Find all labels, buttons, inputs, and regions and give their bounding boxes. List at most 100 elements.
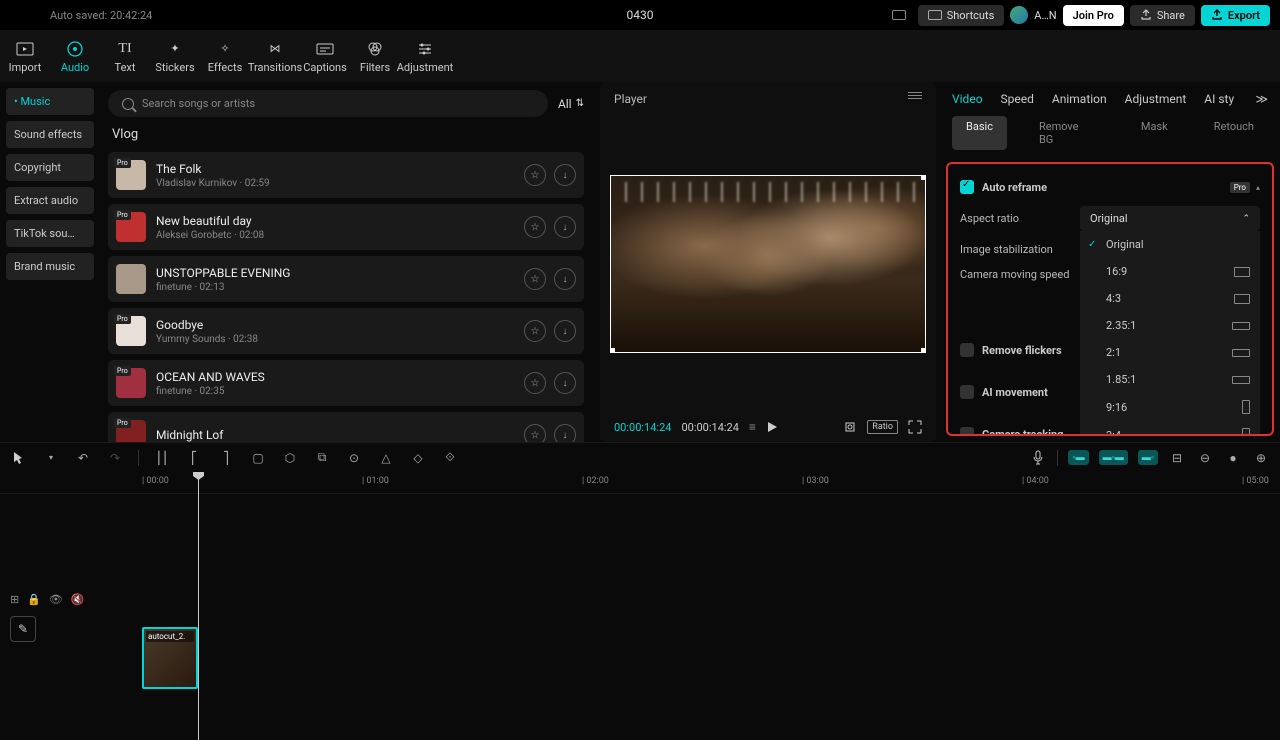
undo-button[interactable]: ↶: [74, 449, 92, 467]
track-mute-icon[interactable]: 🔇: [71, 593, 85, 606]
ratio-button[interactable]: Ratio: [867, 420, 898, 434]
aspect-ratio-select[interactable]: Original ⌃ Original 16:9 4:3 2.35:1 2:1 …: [1080, 206, 1260, 231]
ratio-option-185-1[interactable]: 1.85:1: [1080, 366, 1260, 393]
video-preview[interactable]: [610, 175, 926, 353]
ratio-option-235-1[interactable]: 2.35:1: [1080, 312, 1260, 339]
play-button[interactable]: [766, 421, 778, 433]
split-button[interactable]: ⎮⎮: [153, 449, 171, 467]
zoom-slider[interactable]: ●: [1224, 449, 1242, 467]
filter-all-button[interactable]: All ⇅: [558, 97, 584, 111]
magnet-left-icon[interactable]: ◦▬: [1068, 450, 1088, 465]
track-row[interactable]: ProThe FolkVladislav Kurnikov · 02:59☆↓: [108, 152, 584, 198]
category-tiktok-sounds[interactable]: TikTok sou…: [6, 220, 94, 247]
track-row[interactable]: UNSTOPPABLE EVENINGfinetune · 02:13☆↓: [108, 256, 584, 302]
download-button[interactable]: ↓: [554, 320, 576, 342]
tab-adjustment[interactable]: Adjustment: [1125, 92, 1187, 106]
crop-button[interactable]: ⟐: [441, 449, 459, 467]
player-menu-icon[interactable]: [908, 92, 922, 106]
import-tool[interactable]: Import: [0, 39, 50, 74]
download-button[interactable]: ↓: [554, 164, 576, 186]
ratio-option-3-4[interactable]: 3:4: [1080, 421, 1260, 436]
track-visibility-icon[interactable]: 👁: [49, 593, 63, 606]
camera-tracking-checkbox[interactable]: [960, 427, 974, 436]
captions-tool[interactable]: Captions: [300, 39, 350, 74]
remove-flickers-checkbox[interactable]: [960, 343, 974, 357]
subtab-basic[interactable]: Basic: [952, 116, 1007, 150]
audio-tool[interactable]: Audio: [50, 39, 100, 74]
mirror-button[interactable]: △: [377, 449, 395, 467]
rotate-button[interactable]: ◇: [409, 449, 427, 467]
favorite-button[interactable]: ☆: [524, 216, 546, 238]
globe-icon[interactable]: [1010, 6, 1028, 24]
filters-tool[interactable]: Filters: [350, 39, 400, 74]
redo-button[interactable]: ↷: [106, 449, 124, 467]
favorite-button[interactable]: ☆: [524, 164, 546, 186]
timeline-ruler[interactable]: | 00:00 | 01:00 | 02:00 | 03:00 | 04:00 …: [0, 472, 1280, 494]
pointer-tool[interactable]: [10, 449, 28, 467]
trim-right-button[interactable]: ⎤: [217, 449, 235, 467]
mic-button[interactable]: [1029, 449, 1047, 467]
timeline-clip[interactable]: autocut_2.: [142, 627, 198, 689]
ratio-option-16-9[interactable]: 16:9: [1080, 258, 1260, 285]
trim-left-button[interactable]: ⎡: [185, 449, 203, 467]
effects-tool[interactable]: ✧ Effects: [200, 39, 250, 74]
list-view-icon[interactable]: ≡: [749, 420, 756, 434]
collapse-icon[interactable]: ▴: [1256, 183, 1260, 192]
adjustment-tool[interactable]: Adjustment: [400, 39, 450, 74]
download-button[interactable]: ↓: [554, 372, 576, 394]
track-lock-icon[interactable]: 🔒: [27, 593, 41, 606]
tab-ai-style[interactable]: AI sty: [1204, 92, 1234, 106]
tab-video[interactable]: Video: [952, 92, 983, 106]
track-row[interactable]: ProNew beautiful dayAleksei Gorobetc · 0…: [108, 204, 584, 250]
download-button[interactable]: ↓: [554, 424, 576, 442]
tabs-more-icon[interactable]: ≫: [1255, 92, 1268, 106]
ratio-option-2-1[interactable]: 2:1: [1080, 339, 1260, 366]
duplicate-button[interactable]: ⧉: [313, 449, 331, 467]
favorite-button[interactable]: ☆: [524, 424, 546, 442]
ratio-option-original[interactable]: Original: [1080, 231, 1260, 258]
tab-animation[interactable]: Animation: [1052, 92, 1107, 106]
zoom-in-button[interactable]: ⊕: [1252, 449, 1270, 467]
magnet-center-icon[interactable]: ▬◦▬: [1099, 450, 1128, 465]
speed-button[interactable]: ⊙: [345, 449, 363, 467]
category-sound-effects[interactable]: Sound effects: [6, 121, 94, 148]
join-pro-button[interactable]: Join Pro: [1063, 5, 1124, 26]
text-tool[interactable]: TI Text: [100, 39, 150, 74]
delete-button[interactable]: ▢: [249, 449, 267, 467]
align-button[interactable]: ⊟: [1168, 449, 1186, 467]
track-row[interactable]: ProGoodbyeYummy Sounds · 02:38☆↓: [108, 308, 584, 354]
subtab-mask[interactable]: Mask: [1127, 116, 1182, 150]
share-button[interactable]: Share: [1130, 5, 1195, 26]
favorite-button[interactable]: ☆: [524, 320, 546, 342]
crop-icon[interactable]: [843, 420, 857, 434]
subtab-remove-bg[interactable]: Remove BG: [1025, 116, 1109, 150]
track-edit-button[interactable]: ✎: [10, 616, 36, 642]
account-label[interactable]: A…N: [1034, 9, 1056, 22]
magnet-right-icon[interactable]: ▬◦: [1138, 450, 1158, 465]
track-add-icon[interactable]: ⊞: [10, 593, 19, 606]
search-input[interactable]: Search songs or artists: [108, 90, 548, 117]
zoom-out-button[interactable]: ⊖: [1196, 449, 1214, 467]
shortcuts-button[interactable]: Shortcuts: [918, 5, 1005, 26]
screen-icon[interactable]: [892, 10, 906, 20]
track-row[interactable]: ProMidnight Lof☆↓: [108, 412, 584, 442]
subtab-retouch[interactable]: Retouch: [1200, 116, 1268, 150]
category-copyright[interactable]: Copyright: [6, 154, 94, 181]
shield-button[interactable]: ⬡: [281, 449, 299, 467]
download-button[interactable]: ↓: [554, 216, 576, 238]
auto-reframe-checkbox[interactable]: [960, 180, 974, 194]
pointer-dropdown[interactable]: ▾: [42, 449, 60, 467]
category-music[interactable]: Music: [6, 88, 94, 115]
favorite-button[interactable]: ☆: [524, 372, 546, 394]
ratio-option-9-16[interactable]: 9:16: [1080, 393, 1260, 421]
tab-speed[interactable]: Speed: [1001, 92, 1034, 106]
favorite-button[interactable]: ☆: [524, 268, 546, 290]
ai-movement-checkbox[interactable]: [960, 385, 974, 399]
fullscreen-icon[interactable]: [908, 420, 922, 434]
playhead[interactable]: [198, 472, 199, 740]
ratio-option-4-3[interactable]: 4:3: [1080, 285, 1260, 312]
stickers-tool[interactable]: ✦ Stickers: [150, 39, 200, 74]
category-extract-audio[interactable]: Extract audio: [6, 187, 94, 214]
download-button[interactable]: ↓: [554, 268, 576, 290]
export-button[interactable]: Export: [1201, 5, 1270, 26]
